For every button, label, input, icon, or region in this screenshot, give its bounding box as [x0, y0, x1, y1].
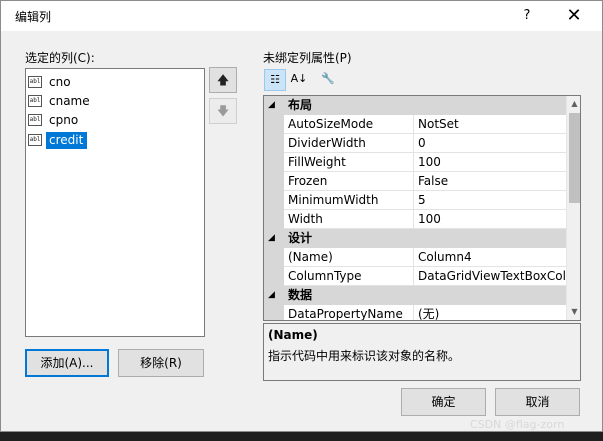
property-row[interactable]: DataPropertyName (无)	[264, 305, 566, 320]
scroll-thumb[interactable]	[569, 113, 580, 203]
categorized-icon: ☷	[270, 73, 280, 86]
categorized-button[interactable]: ☷	[264, 69, 286, 91]
property-name: (Name)	[284, 248, 414, 267]
category-name: 设计	[288, 231, 313, 245]
textbox-column-icon: abl	[28, 95, 42, 107]
collapse-icon[interactable]: ◢	[268, 288, 275, 303]
property-value[interactable]: 0	[414, 134, 566, 153]
category-layout[interactable]: ◢ 布局	[264, 96, 566, 115]
property-value[interactable]: 100	[414, 153, 566, 172]
property-name: Frozen	[284, 172, 414, 191]
category-data[interactable]: ◢ 数据	[264, 286, 566, 305]
property-row[interactable]: AutoSizeMode NotSet	[264, 115, 566, 134]
property-row[interactable]: FillWeight 100	[264, 153, 566, 172]
description-panel: (Name) 指示代码中用来标识该对象的名称。	[263, 323, 581, 381]
property-value[interactable]: NotSet	[414, 115, 566, 134]
collapse-icon[interactable]: ◢	[268, 98, 275, 113]
alphabetical-button[interactable]: A↓	[288, 69, 310, 91]
category-name: 数据	[288, 288, 313, 302]
textbox-column-icon: abl	[28, 134, 42, 146]
list-item-label: cno	[49, 75, 71, 89]
category-design[interactable]: ◢ 设计	[264, 229, 566, 248]
list-item[interactable]: abl cpno	[28, 111, 204, 129]
property-grid[interactable]: ◢ 布局 AutoSizeMode NotSet DividerWidth 0 …	[263, 95, 581, 321]
move-up-button[interactable]: 🡅	[209, 67, 237, 93]
wrench-icon: 🔧	[321, 72, 335, 85]
list-item-selected[interactable]: abl credit	[28, 131, 204, 149]
window-title: 编辑列	[15, 10, 52, 24]
property-pages-button[interactable]: 🔧	[317, 69, 339, 91]
list-item-label: credit	[46, 132, 87, 149]
cancel-button[interactable]: 取消	[495, 388, 580, 416]
list-item-label: cpno	[49, 113, 79, 127]
move-down-button[interactable]: 🡇	[209, 98, 237, 124]
property-value[interactable]: 100	[414, 210, 566, 229]
property-row[interactable]: (Name) Column4	[264, 248, 566, 267]
help-button[interactable]: ?	[513, 3, 541, 29]
title-bar: 编辑列 ? ✕	[1, 1, 602, 31]
property-row[interactable]: Frozen False	[264, 172, 566, 191]
property-value[interactable]: 5	[414, 191, 566, 210]
selected-columns-list[interactable]: abl cno abl cname abl cpno abl credit	[25, 68, 205, 337]
property-row[interactable]: Width 100	[264, 210, 566, 229]
remove-button[interactable]: 移除(R)	[118, 349, 204, 377]
category-name: 布局	[288, 98, 313, 112]
textbox-column-icon: abl	[28, 114, 42, 126]
property-name: MinimumWidth	[284, 191, 414, 210]
property-value[interactable]: Column4	[414, 248, 566, 267]
property-value[interactable]: (无)	[414, 305, 566, 320]
close-button[interactable]: ✕	[557, 3, 591, 29]
property-row[interactable]: MinimumWidth 5	[264, 191, 566, 210]
property-value[interactable]: False	[414, 172, 566, 191]
scroll-down-icon[interactable]: ▼	[567, 304, 580, 320]
property-name: DataPropertyName	[284, 305, 414, 320]
property-name: FillWeight	[284, 153, 414, 172]
watermark: CSDN @flag-zorn	[470, 418, 565, 431]
description-text: 指示代码中用来标识该对象的名称。	[268, 349, 461, 363]
property-name: ColumnType	[284, 267, 414, 286]
property-name: Width	[284, 210, 414, 229]
selected-columns-label: 选定的列(C):	[25, 51, 95, 65]
ok-button[interactable]: 确定	[401, 388, 486, 416]
scroll-up-icon[interactable]: ▲	[567, 96, 580, 112]
sort-alphabetical-icon: A↓	[290, 72, 308, 85]
property-name: DividerWidth	[284, 134, 414, 153]
property-row[interactable]: ColumnType DataGridViewTextBoxColu	[264, 267, 566, 286]
vertical-scrollbar[interactable]: ▲ ▼	[566, 96, 580, 320]
description-title: (Name)	[268, 328, 318, 342]
textbox-column-icon: abl	[28, 76, 42, 88]
add-button[interactable]: 添加(A)...	[25, 349, 109, 377]
property-value[interactable]: DataGridViewTextBoxColu	[414, 267, 566, 286]
arrow-down-icon: 🡇	[216, 104, 230, 118]
arrow-up-icon: 🡅	[216, 73, 230, 87]
edit-columns-dialog: 编辑列 ? ✕ 选定的列(C): abl cno abl cname abl c…	[0, 0, 603, 432]
properties-label: 未绑定列属性(P)	[263, 51, 352, 65]
list-item[interactable]: abl cno	[28, 73, 204, 91]
list-item[interactable]: abl cname	[28, 92, 204, 110]
collapse-icon[interactable]: ◢	[268, 231, 275, 246]
property-name: AutoSizeMode	[284, 115, 414, 134]
list-item-label: cname	[49, 94, 90, 108]
property-row[interactable]: DividerWidth 0	[264, 134, 566, 153]
